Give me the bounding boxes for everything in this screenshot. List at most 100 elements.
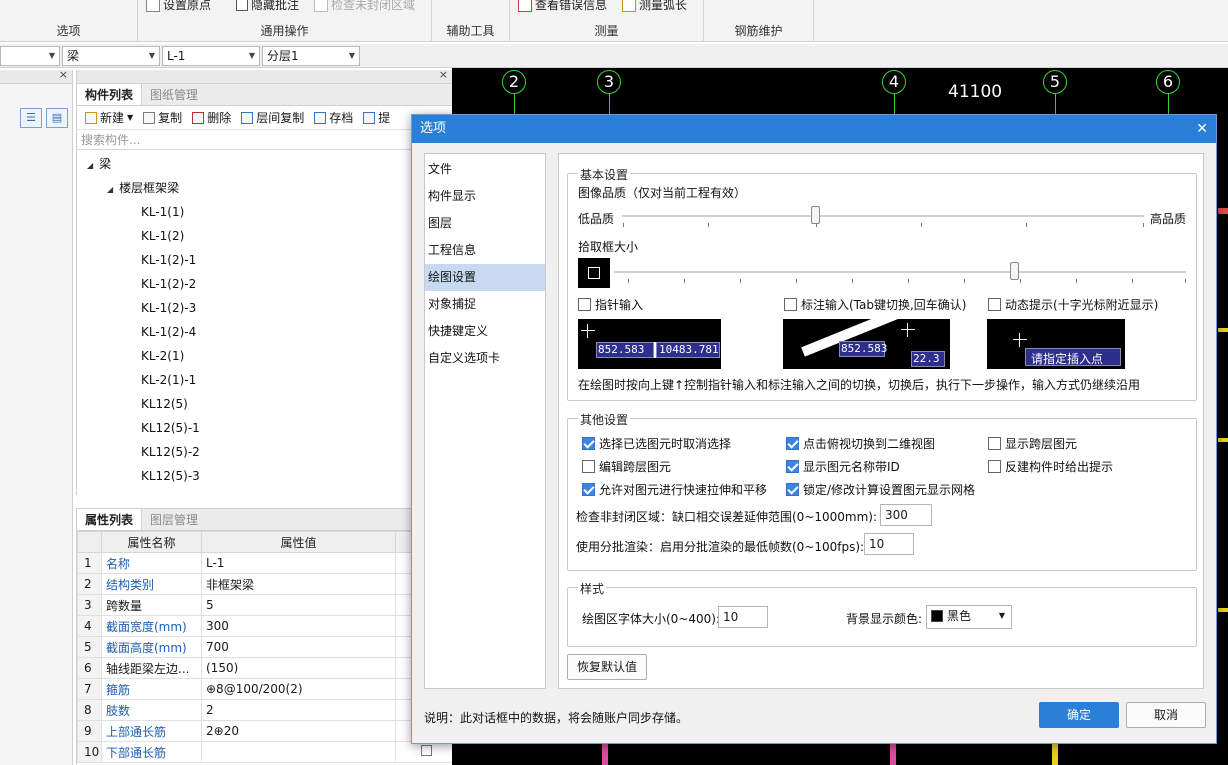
- collapse-icon[interactable]: ◢: [87, 161, 93, 170]
- table-row[interactable]: 2 结构类别 非框架梁: [77, 573, 454, 595]
- tab-component-list[interactable]: 构件列表: [77, 84, 143, 105]
- show-name-with-id-checkbox[interactable]: 显示图元名称带ID: [786, 458, 900, 475]
- image-quality-slider[interactable]: [622, 215, 1144, 217]
- grid-view-icon[interactable]: ▤: [46, 108, 68, 128]
- lock-grid-checkbox[interactable]: 锁定/修改计算设置图元显示网格: [786, 481, 975, 498]
- checkbox-icon[interactable]: [988, 298, 1001, 311]
- checkbox-icon[interactable]: [988, 460, 1001, 473]
- set-origin-button[interactable]: 设置原点: [146, 0, 211, 13]
- extract-button[interactable]: 提: [363, 109, 390, 126]
- nav-item-layer[interactable]: 图层: [425, 210, 545, 237]
- layer-combo[interactable]: 分层1 ▼: [262, 46, 360, 66]
- table-row[interactable]: 10 下部通长筋: [77, 741, 454, 763]
- tree-item[interactable]: KL12(5)-1: [77, 416, 452, 440]
- tree-item[interactable]: KL-1(2): [77, 224, 452, 248]
- checkbox-icon[interactable]: [786, 460, 799, 473]
- axis-line: [1055, 94, 1056, 114]
- tab-property-list[interactable]: 属性列表: [77, 509, 143, 530]
- checkbox-icon[interactable]: [578, 298, 591, 311]
- edit-cross-floor-checkbox[interactable]: 编辑跨层图元: [582, 458, 671, 475]
- dialog-footnote: 说明：此对话框中的数据，将会随账户同步存储。: [424, 711, 689, 725]
- table-row[interactable]: 5 截面高度(mm) 700: [77, 636, 454, 658]
- axis-label: 2: [502, 70, 526, 94]
- selector-bar: ▼ 梁 ▼ L-1 ▼ 分层1 ▼: [0, 44, 1228, 68]
- nav-item-file[interactable]: 文件: [425, 156, 545, 183]
- checkbox-icon[interactable]: [582, 460, 595, 473]
- table-row[interactable]: 9 上部通长筋 2⊕20: [77, 720, 454, 742]
- tree-item[interactable]: KL-1(2)-2: [77, 272, 452, 296]
- collapse-icon[interactable]: ◢: [107, 185, 113, 194]
- checkbox-icon[interactable]: [988, 437, 1001, 450]
- ribbon-group-title: 通用操作: [260, 24, 309, 38]
- component-type-combo[interactable]: 梁 ▼: [62, 46, 160, 66]
- nav-item-project-info[interactable]: 工程信息: [425, 237, 545, 264]
- checkbox-icon[interactable]: [582, 437, 595, 450]
- tree-item[interactable]: KL-1(1): [77, 200, 452, 224]
- batch-render-input[interactable]: 10: [864, 533, 914, 555]
- navigation-panel: × ☰ ▤: [0, 68, 73, 765]
- checkbox-icon[interactable]: [786, 437, 799, 450]
- close-icon[interactable]: ×: [439, 68, 448, 81]
- table-row[interactable]: 4 截面宽度(mm) 300: [77, 615, 454, 637]
- restore-defaults-button[interactable]: 恢复默认值: [567, 654, 647, 680]
- close-icon[interactable]: ×: [59, 68, 68, 81]
- dimension-input-checkbox[interactable]: 标注输入(Tab键切换,回车确认): [784, 296, 967, 313]
- background-color-select[interactable]: 黑色 ▼: [926, 605, 1012, 629]
- cancel-button[interactable]: 取消: [1126, 702, 1206, 728]
- attach-checkbox[interactable]: [421, 745, 432, 756]
- nav-item-drawing-settings[interactable]: 绘图设置: [425, 264, 545, 291]
- floor-copy-button[interactable]: 层间复制: [241, 109, 304, 126]
- ok-button[interactable]: 确定: [1039, 702, 1119, 728]
- checkbox-icon[interactable]: [786, 483, 799, 496]
- table-row[interactable]: 8 肢数 2: [77, 699, 454, 721]
- pick-box-slider[interactable]: [614, 271, 1186, 273]
- gap-range-input[interactable]: 300: [880, 504, 932, 526]
- pointer-input-checkbox[interactable]: 指针输入: [578, 296, 643, 313]
- list-view-icon[interactable]: ☰: [20, 108, 42, 128]
- image-quality-slider-thumb[interactable]: [811, 206, 821, 224]
- nav-item-shortcuts[interactable]: 快捷键定义: [425, 318, 545, 345]
- nav-item-custom-tabs[interactable]: 自定义选项卡: [425, 345, 545, 372]
- delete-button[interactable]: 删除: [192, 109, 231, 126]
- tree-item[interactable]: KL-1(2)-4: [77, 320, 452, 344]
- copy-button[interactable]: 复制: [143, 109, 182, 126]
- tree-item[interactable]: KL12(5)-3: [77, 464, 452, 488]
- table-row[interactable]: 6 轴线距梁左边... (150): [77, 657, 454, 679]
- component-combo[interactable]: L-1 ▼: [162, 46, 260, 66]
- measure-arc-button[interactable]: 测量弧长: [622, 0, 687, 13]
- new-button[interactable]: 新建 ▼: [85, 109, 133, 126]
- pick-box-slider-thumb[interactable]: [1010, 262, 1020, 280]
- tree-item[interactable]: KL12(5)-2: [77, 440, 452, 464]
- tab-layer-manage[interactable]: 图层管理: [142, 509, 206, 530]
- top-view-2d-checkbox[interactable]: 点击俯视切换到二维视图: [786, 435, 935, 452]
- table-row[interactable]: 3 跨数量 5: [77, 594, 454, 616]
- font-size-input[interactable]: 10: [718, 606, 768, 628]
- tab-drawing-manage[interactable]: 图纸管理: [142, 84, 206, 105]
- dynamic-hint-checkbox[interactable]: 动态提示(十字光标附近显示): [988, 296, 1158, 313]
- nav-item-component-display[interactable]: 构件显示: [425, 183, 545, 210]
- nav-item-object-snap[interactable]: 对象捕捉: [425, 291, 545, 318]
- tree-item[interactable]: KL-2(1)-1: [77, 368, 452, 392]
- quick-stretch-checkbox[interactable]: 允许对图元进行快速拉伸和平移: [582, 481, 767, 498]
- tree-item[interactable]: KL-1(2)-3: [77, 296, 452, 320]
- table-row[interactable]: 7 箍筋 ⊕8@100/200(2): [77, 678, 454, 700]
- table-row[interactable]: 1 名称 L-1: [77, 552, 454, 574]
- hide-annotations-checkbox[interactable]: 隐藏批注: [236, 0, 299, 13]
- tree-item[interactable]: KL-1(2)-1: [77, 248, 452, 272]
- ribbon-group-title: 测量: [594, 24, 619, 38]
- floor-combo[interactable]: ▼: [0, 46, 60, 66]
- component-search-input[interactable]: 搜索构件...: [77, 130, 452, 150]
- tree-node-group[interactable]: ◢ 楼层框架梁: [77, 176, 452, 200]
- checkbox-icon[interactable]: [784, 298, 797, 311]
- checkbox-icon[interactable]: [582, 483, 595, 496]
- tree-item[interactable]: KL12(5): [77, 392, 452, 416]
- tree-node-root[interactable]: ◢ 梁: [77, 152, 452, 176]
- close-icon[interactable]: ✕: [1196, 115, 1208, 143]
- check-unclosed-button[interactable]: 检查未封闭区域: [314, 0, 415, 13]
- show-cross-floor-checkbox[interactable]: 显示跨层图元: [988, 435, 1077, 452]
- save-button[interactable]: 存档: [314, 109, 353, 126]
- view-errors-button[interactable]: 查看错误信息: [518, 0, 607, 13]
- deselect-on-reselect-checkbox[interactable]: 选择已选图元时取消选择: [582, 435, 731, 452]
- tree-item[interactable]: KL-2(1): [77, 344, 452, 368]
- reverse-build-hint-checkbox[interactable]: 反建构件时给出提示: [988, 458, 1113, 475]
